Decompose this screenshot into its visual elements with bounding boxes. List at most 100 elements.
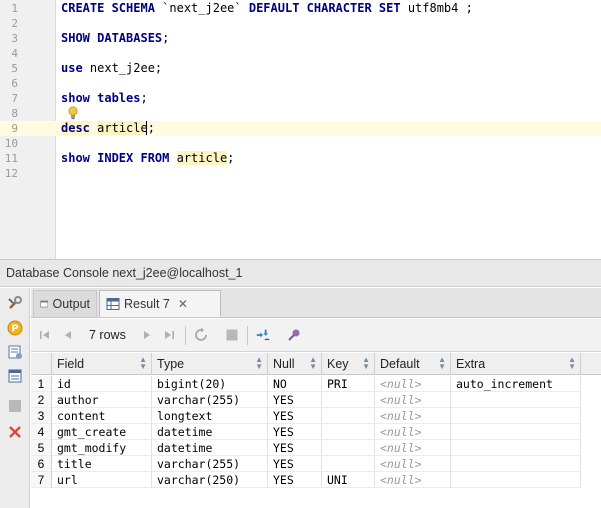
table-cell-field[interactable]: gmt_create	[52, 424, 152, 440]
table-cell-key[interactable]	[322, 408, 375, 424]
sort-arrows-icon[interactable]: ▲ ▼	[139, 356, 147, 371]
table-cell-type[interactable]: varchar(250)	[152, 472, 268, 488]
table-cell-type[interactable]: datetime	[152, 440, 268, 456]
code-text[interactable]: desc article;	[61, 121, 155, 136]
table-cell-extra[interactable]	[451, 392, 581, 408]
column-header-null[interactable]: Null ▲ ▼	[268, 353, 322, 375]
code-line[interactable]: 2	[0, 16, 601, 31]
table-cell-null[interactable]: YES	[268, 440, 322, 456]
lightbulb-icon[interactable]	[67, 106, 79, 120]
close-icon[interactable]	[5, 422, 25, 442]
table-row[interactable]: 2 author varchar(255) YES <null>	[31, 392, 601, 408]
stop-icon[interactable]	[5, 396, 25, 416]
first-page-icon[interactable]	[37, 327, 53, 343]
code-line[interactable]: 10	[0, 136, 601, 151]
table-cell-extra[interactable]	[451, 408, 581, 424]
code-line[interactable]: 11 show INDEX FROM article;	[0, 151, 601, 166]
sort-arrows-icon[interactable]: ▲ ▼	[438, 356, 446, 371]
table-cell-extra[interactable]	[451, 424, 581, 440]
sort-arrows-icon[interactable]: ▲ ▼	[568, 356, 576, 371]
table-cell-null[interactable]: YES	[268, 408, 322, 424]
last-page-icon[interactable]	[161, 327, 177, 343]
settings-panel-icon[interactable]	[5, 342, 25, 362]
code-text[interactable]: show tables;	[61, 91, 148, 106]
table-cell-key[interactable]: UNI	[322, 472, 375, 488]
table-cell-field[interactable]: author	[52, 392, 152, 408]
code-line[interactable]: 9 desc article;	[0, 121, 601, 136]
column-header-default[interactable]: Default ▲ ▼	[375, 353, 451, 375]
tools-wrench-icon[interactable]	[5, 293, 25, 313]
code-line[interactable]: 12	[0, 166, 601, 181]
code-line[interactable]: 5 use next_j2ee;	[0, 61, 601, 76]
code-text[interactable]: CREATE SCHEMA `next_j2ee` DEFAULT CHARAC…	[61, 1, 473, 16]
row-number[interactable]: 1	[31, 376, 52, 392]
column-header-type[interactable]: Type ▲ ▼	[152, 353, 268, 375]
table-cell-null[interactable]: YES	[268, 424, 322, 440]
row-number[interactable]: 5	[31, 440, 52, 456]
result-grid[interactable]: Field ▲ ▼ Type ▲ ▼ Null ▲ ▼ Key ▲ ▼ Default ▲ ▼ Extra ▲ ▼…	[31, 353, 601, 508]
row-number[interactable]: 7	[31, 472, 52, 488]
table-cell-default[interactable]: <null>	[375, 456, 451, 472]
close-tab-icon[interactable]: ✕	[178, 297, 188, 311]
tab-result-7[interactable]: Result 7 ✕	[99, 290, 221, 317]
table-cell-field[interactable]: id	[52, 376, 152, 392]
code-line[interactable]: 4	[0, 46, 601, 61]
pin-tab-icon[interactable]	[286, 327, 302, 343]
table-row[interactable]: 5 gmt_modify datetime YES <null>	[31, 440, 601, 456]
column-header-extra[interactable]: Extra ▲ ▼	[451, 353, 581, 375]
table-cell-key[interactable]: PRI	[322, 376, 375, 392]
table-cell-type[interactable]: longtext	[152, 408, 268, 424]
table-cell-extra[interactable]	[451, 472, 581, 488]
code-text[interactable]: show INDEX FROM article;	[61, 151, 234, 166]
parameters-icon[interactable]: P	[5, 318, 25, 338]
layout-icon[interactable]	[5, 366, 25, 386]
refresh-icon[interactable]	[193, 327, 209, 343]
table-cell-null[interactable]: YES	[268, 456, 322, 472]
previous-page-icon[interactable]	[60, 327, 76, 343]
sql-editor[interactable]: 1 CREATE SCHEMA `next_j2ee` DEFAULT CHARA…	[0, 0, 601, 259]
sort-arrows-icon[interactable]: ▲ ▼	[362, 356, 370, 371]
table-row[interactable]: 4 gmt_create datetime YES <null>	[31, 424, 601, 440]
table-cell-key[interactable]	[322, 392, 375, 408]
table-cell-field[interactable]: content	[52, 408, 152, 424]
next-page-icon[interactable]	[139, 327, 155, 343]
table-cell-field[interactable]: url	[52, 472, 152, 488]
code-text[interactable]: use next_j2ee;	[61, 61, 162, 76]
sort-arrows-icon[interactable]: ▲ ▼	[309, 356, 317, 371]
table-cell-default[interactable]: <null>	[375, 392, 451, 408]
table-cell-default[interactable]: <null>	[375, 408, 451, 424]
table-row[interactable]: 3 content longtext YES <null>	[31, 408, 601, 424]
code-line[interactable]: 6	[0, 76, 601, 91]
row-number[interactable]: 4	[31, 424, 52, 440]
code-line[interactable]: 7 show tables;	[0, 91, 601, 106]
sort-arrows-icon[interactable]: ▲ ▼	[255, 356, 263, 371]
table-cell-field[interactable]: gmt_modify	[52, 440, 152, 456]
table-cell-null[interactable]: YES	[268, 472, 322, 488]
table-cell-key[interactable]	[322, 456, 375, 472]
table-cell-null[interactable]: YES	[268, 392, 322, 408]
table-cell-type[interactable]: datetime	[152, 424, 268, 440]
row-number[interactable]: 6	[31, 456, 52, 472]
row-number[interactable]: 3	[31, 408, 52, 424]
table-cell-extra[interactable]	[451, 456, 581, 472]
table-cell-type[interactable]: varchar(255)	[152, 392, 268, 408]
table-cell-default[interactable]: <null>	[375, 376, 451, 392]
code-line[interactable]: 1 CREATE SCHEMA `next_j2ee` DEFAULT CHARA…	[0, 1, 601, 16]
table-cell-type[interactable]: varchar(255)	[152, 456, 268, 472]
table-cell-default[interactable]: <null>	[375, 472, 451, 488]
table-cell-null[interactable]: NO	[268, 376, 322, 392]
stop-query-icon[interactable]	[224, 327, 240, 343]
column-header-key[interactable]: Key ▲ ▼	[322, 353, 375, 375]
table-row[interactable]: 7 url varchar(250) YES UNI <null>	[31, 472, 601, 488]
table-row[interactable]: 6 title varchar(255) YES <null>	[31, 456, 601, 472]
table-cell-default[interactable]: <null>	[375, 424, 451, 440]
code-line[interactable]: 8	[0, 106, 601, 121]
table-cell-key[interactable]	[322, 440, 375, 456]
row-number[interactable]: 2	[31, 392, 52, 408]
table-cell-extra[interactable]: auto_increment	[451, 376, 581, 392]
table-cell-default[interactable]: <null>	[375, 440, 451, 456]
column-header-field[interactable]: Field ▲ ▼	[52, 353, 152, 375]
table-cell-key[interactable]	[322, 424, 375, 440]
code-text[interactable]: SHOW DATABASES;	[61, 31, 169, 46]
table-cell-field[interactable]: title	[52, 456, 152, 472]
